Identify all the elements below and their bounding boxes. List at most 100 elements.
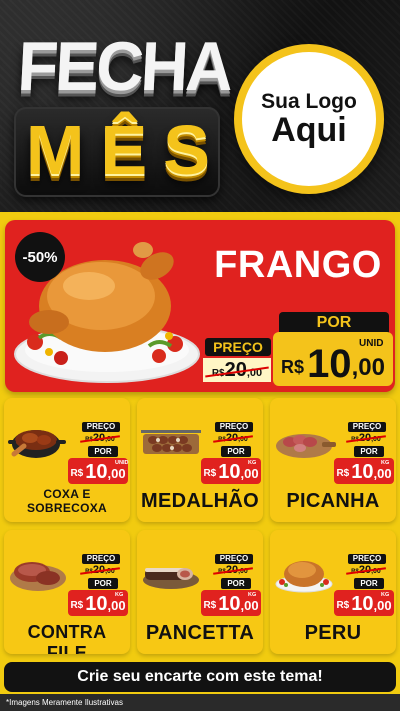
old-price-currency: R$	[218, 569, 226, 575]
price-int: 10	[218, 461, 241, 483]
price-currency: R$	[70, 600, 84, 611]
por-label: POR	[354, 446, 384, 457]
featured-old-price-currency: R$	[211, 368, 225, 379]
old-price: R$20,00	[209, 564, 257, 576]
price-unit: KG	[115, 592, 124, 598]
old-price-currency: R$	[218, 437, 226, 443]
old-price: R$20,00	[76, 564, 124, 576]
price-unit: KG	[381, 592, 390, 598]
sliced-meat-icon	[276, 434, 336, 458]
old-price-int: 20	[225, 564, 239, 576]
featured-old-price-cents: ,00	[246, 367, 263, 379]
featured-por-label: POR	[279, 312, 389, 334]
product-card-coxa[interactable]: PREÇO R$20,00 POR R$ 10,00 UNID COXA E SO…	[4, 398, 130, 522]
old-price-cents: ,00	[105, 568, 115, 575]
price-int: 10	[351, 593, 374, 615]
product-card-contra-file[interactable]: PREÇO R$20,00 POR R$ 10,00 KG CONTRA FILE	[4, 530, 130, 654]
old-price: R$20,00	[342, 432, 390, 444]
preco-label: PREÇO	[348, 422, 386, 432]
price-cents: ,00	[240, 466, 259, 481]
por-label: POR	[221, 578, 251, 589]
price-unit: KG	[248, 460, 257, 466]
title-fecha: FECHA	[16, 27, 233, 105]
discount-badge: -50%	[15, 232, 65, 282]
product-card-picanha[interactable]: PREÇO R$20,00 POR R$ 10,00 KG PICANHA	[270, 398, 396, 522]
old-price-currency: R$	[351, 437, 359, 443]
price-currency: R$	[203, 600, 217, 611]
price-currency: R$	[336, 600, 350, 611]
product-card-medalhao[interactable]: PREÇO R$20,00 POR R$ 10,00 KG MEDALHÃO	[137, 398, 263, 522]
price-cents: ,00	[107, 466, 126, 481]
logo-placeholder[interactable]: Sua Logo Aqui	[234, 44, 384, 194]
product-name: PICANHA	[286, 490, 380, 512]
price-cents: ,00	[373, 466, 392, 481]
images-disclaimer: *Imagens Meramente Ilustrativas	[0, 694, 400, 711]
logo-text-line1: Sua Logo	[261, 89, 357, 113]
chicken-pot-icon	[8, 430, 66, 458]
product-name: PANCETTA	[145, 622, 255, 644]
title-mes-letter: M	[26, 111, 85, 189]
old-price-int: 20	[225, 432, 239, 444]
old-price: R$20,00	[76, 432, 124, 444]
title-mes: M Ê S	[18, 100, 218, 200]
old-price-cents: ,00	[238, 436, 248, 443]
featured-price-currency: R$	[281, 357, 305, 377]
price-int: 10	[85, 461, 108, 483]
old-price-currency: R$	[351, 569, 359, 575]
price-currency: R$	[336, 468, 350, 479]
header-banner: FECHA M Ê S Sua Logo Aqui	[0, 0, 400, 212]
product-card-peru[interactable]: PREÇO R$20,00 POR R$ 10,00 KG PERU	[270, 530, 396, 654]
featured-preco-label: PREÇO	[205, 338, 271, 356]
product-name: MEDALHÃO	[141, 490, 259, 512]
old-price-cents: ,00	[105, 436, 115, 443]
old-price-currency: R$	[85, 437, 93, 443]
featured-old-price: R$20,00	[203, 358, 271, 382]
preco-label: PREÇO	[215, 422, 253, 432]
featured-price-cents: ,00	[351, 354, 385, 381]
old-price-int: 20	[358, 564, 372, 576]
title-mes-letter: S	[163, 111, 210, 189]
preco-label: PREÇO	[215, 554, 253, 564]
preco-label: PREÇO	[82, 422, 120, 432]
price-unit: KG	[381, 460, 390, 466]
featured-product-card[interactable]: -50% FRANGO POR PREÇO R$20,00 R$ 10,00 UN…	[5, 220, 395, 392]
featured-price-int: 10	[307, 342, 352, 386]
product-card-pancetta[interactable]: PREÇO R$20,00 POR R$ 10,00 KG PANCETTA	[137, 530, 263, 654]
por-label: POR	[88, 578, 118, 589]
price-int: 10	[85, 593, 108, 615]
old-price: R$20,00	[209, 432, 257, 444]
steak-icon	[10, 562, 66, 591]
featured-product-name: FRANGO	[214, 244, 382, 286]
por-label: POR	[88, 446, 118, 457]
old-price-cents: ,00	[371, 568, 381, 575]
preco-label: PREÇO	[348, 554, 386, 564]
old-price-cents: ,00	[371, 436, 381, 443]
old-price-int: 20	[358, 432, 372, 444]
old-price-currency: R$	[85, 569, 93, 575]
logo-text-line2: Aqui	[271, 110, 347, 149]
featured-old-price-int: 20	[224, 359, 247, 381]
price-currency: R$	[70, 468, 84, 479]
old-price-int: 20	[92, 432, 106, 444]
price-cents: ,00	[107, 598, 126, 613]
create-flyer-banner[interactable]: Crie seu encarte com este tema!	[4, 662, 396, 692]
featured-unit: UNID	[359, 338, 384, 349]
title-mes-letter: Ê	[100, 111, 148, 189]
price-cents: ,00	[373, 598, 392, 613]
por-label: POR	[221, 446, 251, 457]
price-int: 10	[351, 461, 374, 483]
price-unit: KG	[248, 592, 257, 598]
roast-turkey-icon	[275, 561, 333, 593]
price-unit: UNID	[115, 460, 129, 466]
por-label: POR	[354, 578, 384, 589]
price-int: 10	[218, 593, 241, 615]
price-currency: R$	[203, 468, 217, 479]
product-name: PERU	[304, 622, 362, 644]
product-name: CONTRA FILE	[27, 622, 107, 654]
skewers-board-icon	[141, 430, 201, 454]
product-name: COXA E SOBRECOXA	[26, 487, 108, 515]
old-price: R$20,00	[342, 564, 390, 576]
pancetta-icon	[143, 568, 199, 589]
price-cents: ,00	[240, 598, 259, 613]
preco-label: PREÇO	[82, 554, 120, 564]
